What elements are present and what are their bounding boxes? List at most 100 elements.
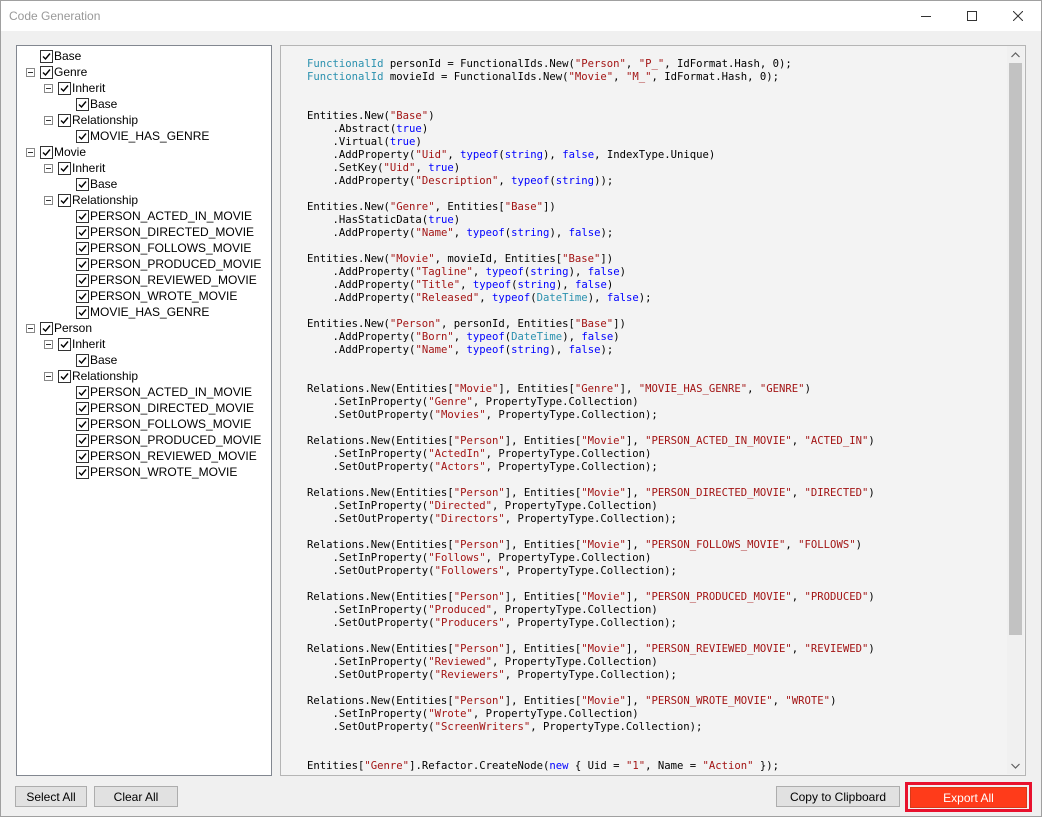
code-line: .SetInProperty("Follows", PropertyType.C…: [307, 552, 652, 564]
tree-node[interactable]: Base: [76, 176, 117, 192]
tree-checkbox[interactable]: [76, 273, 89, 287]
tree-checkbox[interactable]: [76, 433, 89, 447]
code-line: .SetInProperty("Wrote", PropertyType.Col…: [307, 708, 639, 720]
tree-expander[interactable]: [44, 84, 53, 93]
tree-node-label: PERSON_DIRECTED_MOVIE: [90, 225, 255, 239]
scroll-thumb[interactable]: [1009, 63, 1022, 635]
tree-node[interactable]: Base: [40, 48, 81, 64]
tree-checkbox[interactable]: [58, 113, 71, 127]
code-viewer[interactable]: FunctionalId personId = FunctionalIds.Ne…: [280, 45, 1026, 776]
tree-checkbox[interactable]: [40, 49, 53, 63]
tree-checkbox[interactable]: [58, 193, 71, 207]
tree-node[interactable]: Base: [76, 352, 117, 368]
maximize-button[interactable]: [949, 1, 995, 31]
tree-checkbox[interactable]: [58, 81, 71, 95]
clear-all-button[interactable]: Clear All: [94, 786, 178, 807]
tree-node-label: Base: [90, 97, 118, 111]
tree-node[interactable]: PERSON_DIRECTED_MOVIE: [76, 224, 254, 240]
tree-node[interactable]: Movie: [40, 144, 86, 160]
tree-expander[interactable]: [44, 164, 53, 173]
tree-node[interactable]: PERSON_REVIEWED_MOVIE: [76, 272, 257, 288]
tree-expander[interactable]: [26, 324, 35, 333]
tree-checkbox[interactable]: [76, 129, 89, 143]
tree-node-label: PERSON_REVIEWED_MOVIE: [90, 449, 257, 463]
tree-node[interactable]: PERSON_ACTED_IN_MOVIE: [76, 384, 252, 400]
select-all-button[interactable]: Select All: [15, 786, 87, 807]
code-line: .SetInProperty("ActedIn", PropertyType.C…: [307, 448, 652, 460]
tree-node[interactable]: Inherit: [58, 160, 105, 176]
tree-checkbox[interactable]: [76, 177, 89, 191]
tree-checkbox[interactable]: [40, 321, 53, 335]
code-line: .SetOutProperty("Movies", PropertyType.C…: [307, 409, 658, 421]
tree-node[interactable]: Inherit: [58, 336, 105, 352]
tree-checkbox[interactable]: [76, 289, 89, 303]
tree-node-label: Relationship: [72, 369, 139, 383]
tree-checkbox[interactable]: [76, 241, 89, 255]
tree-checkbox[interactable]: [76, 465, 89, 479]
code-line: Entities.New("Genre", Entities["Base"]): [307, 201, 556, 213]
tree-node-label: MOVIE_HAS_GENRE: [90, 129, 210, 143]
tree-node[interactable]: PERSON_PRODUCED_MOVIE: [76, 256, 261, 272]
tree-node[interactable]: Base: [76, 96, 117, 112]
tree-checkbox[interactable]: [40, 65, 53, 79]
code-scrollbar[interactable]: [1007, 46, 1024, 774]
tree-checkbox[interactable]: [40, 145, 53, 159]
tree-node[interactable]: PERSON_PRODUCED_MOVIE: [76, 432, 261, 448]
tree-node[interactable]: Inherit: [58, 80, 105, 96]
tree-node-label: Relationship: [72, 113, 139, 127]
code-line: .AddProperty("Born", typeof(DateTime), f…: [307, 331, 620, 343]
scroll-up-icon[interactable]: [1007, 46, 1024, 63]
tree-node[interactable]: PERSON_WROTE_MOVIE: [76, 464, 237, 480]
minimize-button[interactable]: [903, 1, 949, 31]
code-line: .SetInProperty("Reviewed", PropertyType.…: [307, 656, 658, 668]
tree-checkbox[interactable]: [76, 209, 89, 223]
tree-node[interactable]: PERSON_ACTED_IN_MOVIE: [76, 208, 252, 224]
tree-checkbox[interactable]: [76, 385, 89, 399]
tree-node[interactable]: MOVIE_HAS_GENRE: [76, 128, 209, 144]
tree-node[interactable]: Relationship: [58, 368, 138, 384]
tree-checkbox[interactable]: [76, 97, 89, 111]
code-line: .SetOutProperty("ScreenWriters", Propert…: [307, 721, 703, 733]
tree-node-label: PERSON_PRODUCED_MOVIE: [90, 433, 262, 447]
tree-node[interactable]: PERSON_FOLLOWS_MOVIE: [76, 240, 251, 256]
tree-node[interactable]: Person: [40, 320, 92, 336]
tree-checkbox[interactable]: [76, 449, 89, 463]
tree-expander[interactable]: [44, 116, 53, 125]
code-line: FunctionalId personId = FunctionalIds.Ne…: [307, 58, 792, 70]
export-all-button[interactable]: Export All: [910, 787, 1027, 808]
tree-checkbox[interactable]: [76, 257, 89, 271]
tree-checkbox[interactable]: [76, 353, 89, 367]
code-line: .SetOutProperty("Followers", PropertyTyp…: [307, 565, 677, 577]
tree-node[interactable]: PERSON_DIRECTED_MOVIE: [76, 400, 254, 416]
tree-checkbox[interactable]: [58, 161, 71, 175]
copy-to-clipboard-button[interactable]: Copy to Clipboard: [776, 786, 900, 807]
tree-node[interactable]: MOVIE_HAS_GENRE: [76, 304, 209, 320]
tree-checkbox[interactable]: [76, 401, 89, 415]
tree-node-label: PERSON_FOLLOWS_MOVIE: [90, 241, 252, 255]
entity-tree[interactable]: Base Genre Inherit Base Relationship MOVIE_HA…: [16, 45, 272, 776]
tree-node[interactable]: Genre: [40, 64, 87, 80]
tree-node[interactable]: PERSON_REVIEWED_MOVIE: [76, 448, 257, 464]
tree-checkbox[interactable]: [58, 337, 71, 351]
tree-node-label: MOVIE_HAS_GENRE: [90, 305, 210, 319]
code-line: .AddProperty("Tagline", typeof(string), …: [307, 266, 626, 278]
tree-checkbox[interactable]: [76, 225, 89, 239]
tree-checkbox[interactable]: [76, 417, 89, 431]
tree-checkbox[interactable]: [58, 369, 71, 383]
scroll-down-icon[interactable]: [1007, 757, 1024, 774]
tree-node[interactable]: Relationship: [58, 192, 138, 208]
tree-expander[interactable]: [26, 148, 35, 157]
tree-expander[interactable]: [44, 340, 53, 349]
title-bar[interactable]: Code Generation: [1, 1, 1041, 31]
close-button[interactable]: [995, 1, 1041, 31]
tree-expander[interactable]: [44, 196, 53, 205]
tree-node[interactable]: PERSON_FOLLOWS_MOVIE: [76, 416, 251, 432]
tree-node-label: PERSON_WROTE_MOVIE: [90, 289, 238, 303]
tree-expander[interactable]: [26, 68, 35, 77]
tree-node[interactable]: PERSON_WROTE_MOVIE: [76, 288, 237, 304]
tree-checkbox[interactable]: [76, 305, 89, 319]
tree-node-label: Inherit: [72, 161, 106, 175]
tree-expander[interactable]: [44, 372, 53, 381]
tree-node[interactable]: Relationship: [58, 112, 138, 128]
tree-node-label: Base: [90, 177, 118, 191]
